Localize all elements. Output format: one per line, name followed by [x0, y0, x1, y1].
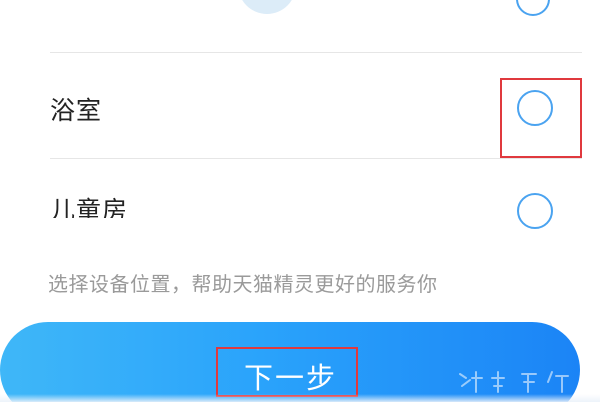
highlight-box-radio [500, 78, 582, 158]
highlight-box-next [216, 347, 358, 397]
header-decoration [238, 0, 296, 14]
room-label-bathroom: 浴室 [50, 96, 103, 125]
divider [50, 52, 582, 53]
divider [50, 158, 582, 159]
radio-button-kids-room[interactable] [517, 193, 553, 229]
room-label-kids-room: 儿童房 [50, 196, 129, 218]
hint-text: 选择设备位置，帮助天猫精灵更好的服务你 [48, 272, 438, 296]
radio-button-previous[interactable] [516, 0, 550, 16]
bottom-edge [0, 394, 600, 402]
watermark-icon [459, 371, 569, 393]
room-select-screen: 浴室 儿童房 选择设备位置，帮助天猫精灵更好的服务你 下一步 [0, 0, 600, 402]
